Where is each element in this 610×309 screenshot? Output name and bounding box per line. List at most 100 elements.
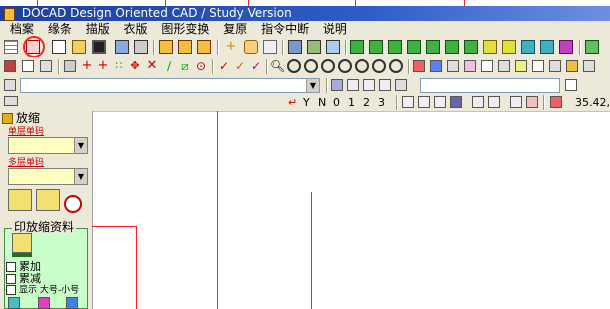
point-icon[interactable]: +: [80, 59, 94, 73]
multi-layer-size-select[interactable]: ▼: [8, 168, 88, 185]
open-folder-icon[interactable]: [72, 40, 86, 54]
delete-x-icon[interactable]: ✕: [145, 59, 159, 73]
flip-icon[interactable]: [326, 40, 340, 54]
shirt-back-icon[interactable]: [369, 40, 383, 54]
add-point-icon[interactable]: +: [224, 40, 238, 54]
pants-icon[interactable]: [426, 40, 440, 54]
grade-c-icon[interactable]: [434, 96, 446, 108]
mark-grid-icon[interactable]: [430, 60, 442, 72]
curve-icon[interactable]: ✓: [217, 59, 231, 73]
single-layer-size-select[interactable]: ▼: [8, 137, 88, 154]
dot-grid-icon[interactable]: [379, 79, 391, 91]
grade-a-icon[interactable]: [402, 96, 414, 108]
circle-tool-icon[interactable]: ⊙: [194, 59, 208, 73]
grade-h-icon[interactable]: [526, 96, 538, 108]
menu-edge[interactable]: 缘条: [44, 21, 76, 38]
y-axis-icon[interactable]: Y: [303, 96, 317, 110]
piece-number-icon[interactable]: [347, 79, 359, 91]
document-icon[interactable]: [52, 40, 66, 54]
jacket-icon[interactable]: [502, 40, 516, 54]
grade-f-icon[interactable]: [488, 96, 500, 108]
menu-restore[interactable]: 复原: [219, 21, 251, 38]
grade-b-icon[interactable]: [418, 96, 430, 108]
image-icon[interactable]: [22, 60, 34, 72]
menu-interrupt[interactable]: 指令中断: [257, 21, 313, 38]
grade-g-icon[interactable]: [510, 96, 522, 108]
plotter-icon[interactable]: [115, 40, 129, 54]
size-chart-icon[interactable]: [363, 79, 375, 91]
piece-edit-icon[interactable]: [178, 40, 192, 54]
zoom-prev-icon[interactable]: [372, 59, 386, 73]
zoom-fit-icon[interactable]: [321, 59, 335, 73]
decrement-checkbox[interactable]: 累减: [6, 273, 41, 284]
print-grade-button[interactable]: [12, 233, 32, 253]
fish-icon[interactable]: [559, 40, 573, 54]
swap-icon[interactable]: [307, 40, 321, 54]
shape-icon[interactable]: [464, 40, 478, 54]
layers-icon[interactable]: [4, 60, 16, 72]
grade-all-button[interactable]: [36, 189, 60, 211]
layer-combo[interactable]: [420, 78, 560, 93]
grid-icon[interactable]: [4, 40, 18, 54]
piece-copy-icon[interactable]: [197, 40, 211, 54]
menu-pattern[interactable]: 衣版: [120, 21, 152, 38]
box-icon[interactable]: ⧄: [178, 59, 192, 73]
grade-apply-button[interactable]: [8, 189, 32, 211]
monitor-icon[interactable]: [4, 96, 18, 106]
draft-icon[interactable]: [331, 79, 343, 91]
mark-text-icon[interactable]: [532, 60, 544, 72]
mark-flag-icon[interactable]: [566, 60, 578, 72]
menu-trace[interactable]: 描版: [82, 21, 114, 38]
grade-3-icon[interactable]: 3: [378, 96, 392, 110]
menu-transform[interactable]: 图形变换: [157, 21, 213, 38]
table-icon[interactable]: [40, 60, 52, 72]
zoom-in-icon[interactable]: [287, 59, 301, 73]
scatter-icon[interactable]: ∷: [112, 59, 126, 73]
zoom-icon[interactable]: 🔍︎: [270, 59, 285, 73]
group-icon[interactable]: [288, 40, 302, 54]
arrow-tool-icon[interactable]: ↵: [288, 96, 302, 110]
bottom-tool-1-icon[interactable]: [8, 297, 20, 309]
mark-notch-icon[interactable]: [498, 60, 510, 72]
zoom-window-icon[interactable]: [338, 59, 352, 73]
page-icon[interactable]: [565, 79, 577, 91]
mark-fold-icon[interactable]: [481, 60, 493, 72]
sleeve-icon[interactable]: [388, 40, 402, 54]
hat-icon[interactable]: [540, 40, 554, 54]
grade-d-icon[interactable]: [450, 96, 462, 108]
arrows-icon[interactable]: ✥: [128, 59, 142, 73]
collar-icon[interactable]: [407, 40, 421, 54]
clock-button[interactable]: [64, 195, 82, 213]
pen-icon[interactable]: [395, 79, 407, 91]
curve2-icon[interactable]: ✓: [233, 59, 247, 73]
line-icon[interactable]: ∕: [162, 59, 176, 73]
mark-last-icon[interactable]: [583, 60, 595, 72]
ruler-icon[interactable]: [64, 60, 76, 72]
pattern-icon[interactable]: [585, 40, 599, 54]
zoom-out-icon[interactable]: [304, 59, 318, 73]
cross-icon[interactable]: +: [96, 59, 110, 73]
n-axis-icon[interactable]: N: [318, 96, 332, 110]
piece-new-icon[interactable]: [159, 40, 173, 54]
clipboard-icon[interactable]: [263, 40, 277, 54]
grade-0-icon[interactable]: 0: [333, 96, 347, 110]
print-icon[interactable]: [134, 40, 148, 54]
grade-2-icon[interactable]: 2: [363, 96, 377, 110]
dress-icon[interactable]: [483, 40, 497, 54]
menu-help[interactable]: 说明: [319, 21, 351, 38]
coat-icon[interactable]: [521, 40, 535, 54]
save-icon[interactable]: [92, 40, 106, 54]
style-combo[interactable]: ▼: [20, 78, 320, 93]
mark-square-icon[interactable]: [515, 60, 527, 72]
grade-1-icon[interactable]: 1: [348, 96, 362, 110]
accumulate-checkbox[interactable]: 累加: [6, 261, 41, 272]
bag-icon[interactable]: [244, 40, 258, 54]
mark-plus-icon[interactable]: [413, 60, 425, 72]
curve3-icon[interactable]: ✓: [249, 59, 263, 73]
bottom-tool-2-icon[interactable]: [38, 297, 50, 309]
skirt-icon[interactable]: [445, 40, 459, 54]
zoom-real-icon[interactable]: [389, 59, 403, 73]
palette-icon[interactable]: [4, 79, 16, 91]
grade-e-icon[interactable]: [472, 96, 484, 108]
show-size-range-checkbox[interactable]: 显示 大号-小号: [6, 285, 79, 297]
